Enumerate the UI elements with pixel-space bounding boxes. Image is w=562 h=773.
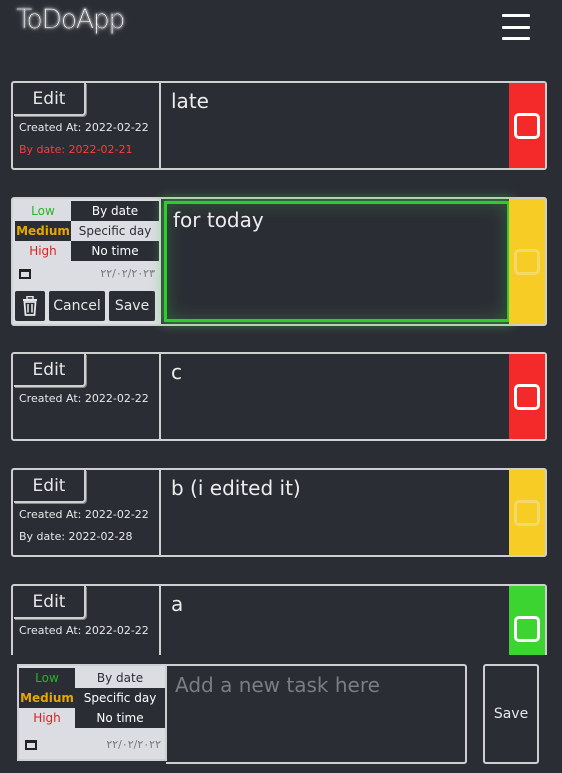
delete-button[interactable]: [15, 291, 45, 321]
add-task-save-button[interactable]: Save: [483, 664, 539, 764]
priority-indicator: [509, 83, 545, 168]
priority-low-option[interactable]: Low: [19, 668, 75, 688]
calendar-icon[interactable]: [25, 738, 37, 750]
option-grid: Low By date Medium Specific day High No …: [15, 201, 161, 261]
edit-actions: Cancel Save: [15, 291, 155, 321]
complete-checkbox[interactable]: [514, 112, 540, 139]
complete-checkbox[interactable]: [514, 615, 540, 642]
edit-button[interactable]: Edit: [14, 83, 86, 116]
complete-checkbox[interactable]: [514, 248, 540, 275]
task-text: c: [171, 360, 182, 384]
priority-high-option[interactable]: High: [19, 708, 75, 728]
save-button[interactable]: Save: [109, 291, 155, 321]
app-title: ToDoApp: [16, 4, 126, 35]
cancel-button[interactable]: Cancel: [49, 291, 105, 321]
option-grid: Low By date Medium Specific day High No …: [19, 668, 165, 728]
new-task-options: Low By date Medium Specific day High No …: [17, 664, 167, 761]
task-item: Edit Created At: 2022-02-22 c: [11, 352, 547, 441]
specific-day-option[interactable]: Specific day: [75, 688, 165, 708]
calendar-icon[interactable]: [19, 267, 31, 279]
created-at: Created At: 2022-02-22: [19, 392, 149, 405]
due-date: By date: 2022-02-28: [19, 530, 133, 543]
created-at: Created At: 2022-02-22: [19, 508, 149, 521]
edit-options-panel: Low By date Medium Specific day High No …: [13, 199, 161, 324]
task-meta: Edit Created At: 2022-02-22: [13, 354, 161, 439]
created-at: Created At: 2022-02-22: [19, 624, 149, 637]
task-item-editing: Low By date Medium Specific day High No …: [11, 197, 547, 326]
task-text: b (i edited it): [171, 476, 301, 500]
priority-medium-option[interactable]: Medium: [15, 221, 71, 241]
task-meta: Edit Created At: 2022-02-22 By date: 202…: [13, 83, 161, 168]
task-meta: Edit Created At: 2022-02-22 By date: 202…: [13, 470, 161, 555]
priority-indicator: [509, 199, 545, 324]
new-task-bar: Low By date Medium Specific day High No …: [0, 655, 562, 773]
priority-low-option[interactable]: Low: [15, 201, 71, 221]
date-picker[interactable]: ٢٢/٠٢/٢٠٢٣: [15, 263, 159, 283]
by-date-option[interactable]: By date: [75, 668, 165, 688]
created-at: Created At: 2022-02-22: [19, 121, 149, 134]
date-picker[interactable]: ٢٢/٠٢/٢٠٢٢: [21, 734, 165, 754]
task-text: late: [171, 89, 209, 113]
specific-day-option[interactable]: Specific day: [71, 221, 159, 241]
priority-indicator: [509, 354, 545, 439]
task-item: Edit Created At: 2022-02-22 By date: 202…: [11, 81, 547, 170]
new-task-input[interactable]: [166, 666, 465, 762]
task-edit-textarea[interactable]: [164, 201, 510, 322]
new-task-input-wrapper: [166, 664, 467, 764]
task-item: Edit Created At: 2022-02-22 By date: 202…: [11, 468, 547, 557]
task-text: a: [171, 592, 184, 616]
hamburger-menu-icon[interactable]: [502, 14, 530, 40]
date-value: ٢٢/٠٢/٢٠٢٣: [100, 266, 155, 280]
edit-button[interactable]: Edit: [14, 470, 86, 503]
by-date-option[interactable]: By date: [71, 201, 159, 221]
date-value: ٢٢/٠٢/٢٠٢٢: [106, 737, 161, 751]
edit-button[interactable]: Edit: [14, 354, 86, 387]
priority-indicator: [509, 470, 545, 555]
complete-checkbox[interactable]: [514, 499, 540, 526]
no-time-option[interactable]: No time: [71, 241, 159, 261]
due-date: By date: 2022-02-21: [19, 143, 133, 156]
priority-high-option[interactable]: High: [15, 241, 71, 261]
edit-button[interactable]: Edit: [14, 586, 86, 619]
priority-medium-option[interactable]: Medium: [19, 688, 75, 708]
complete-checkbox[interactable]: [514, 383, 540, 410]
no-time-option[interactable]: No time: [75, 708, 165, 728]
trash-icon: [23, 296, 37, 316]
